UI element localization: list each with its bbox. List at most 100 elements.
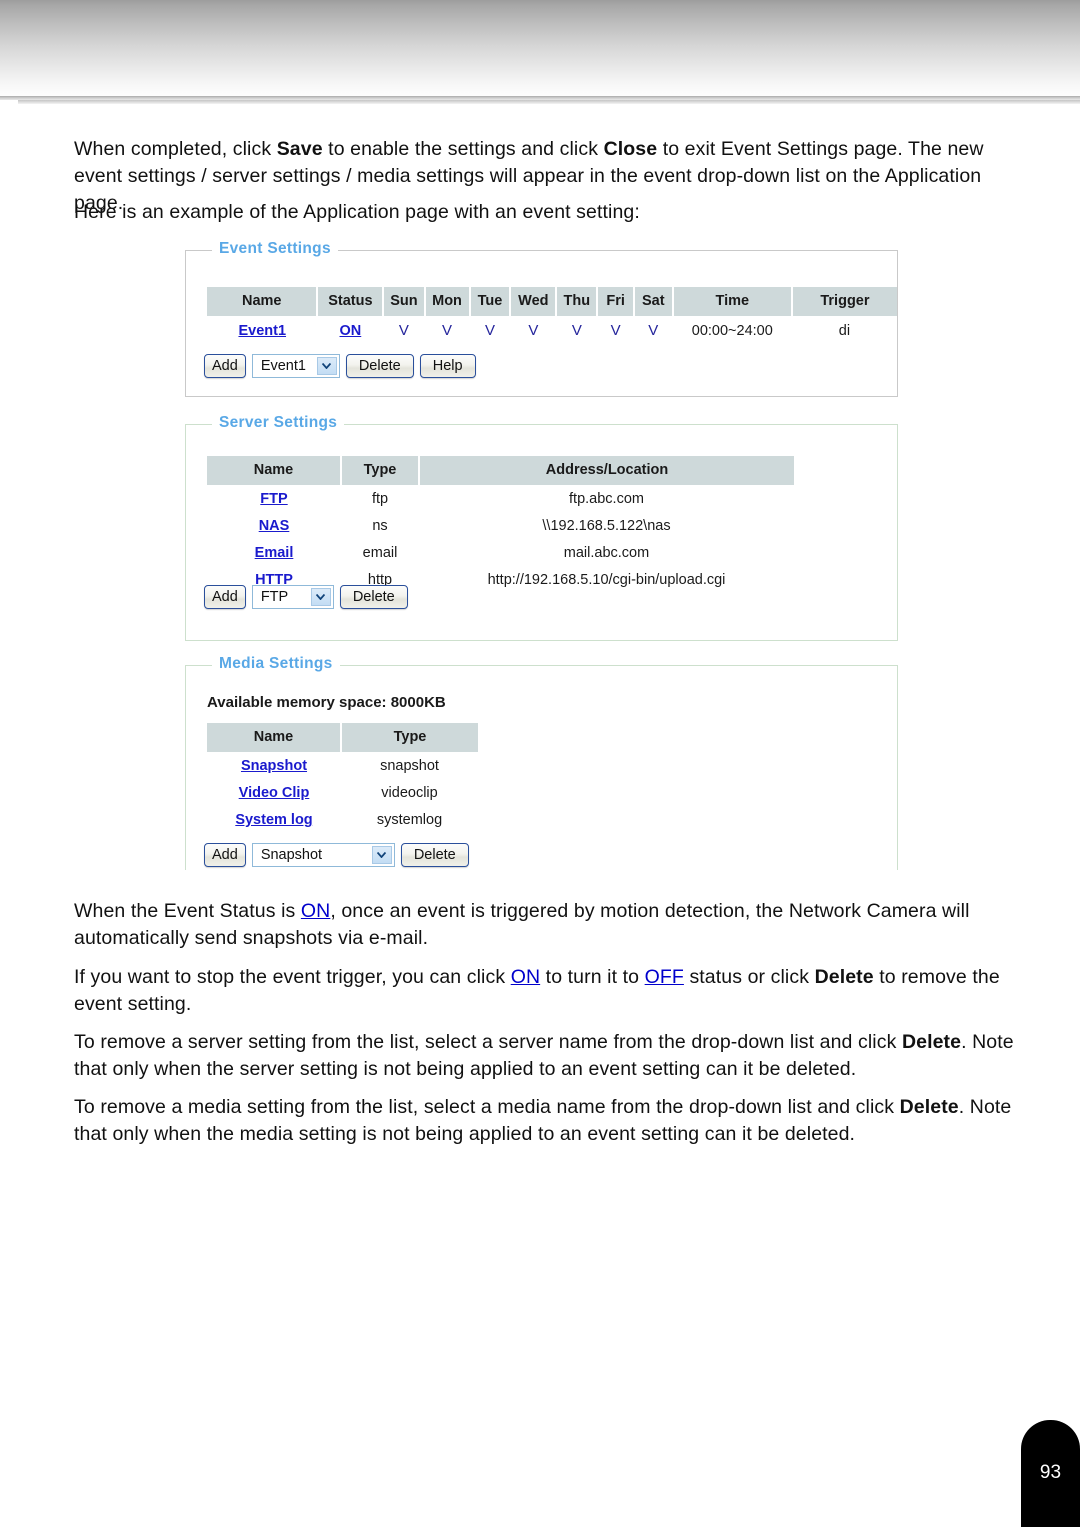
media-settings-legend: Media Settings <box>212 655 340 673</box>
page-number: 93 <box>1039 1462 1062 1483</box>
table-header-row: Name Status Sun Mon Tue Wed Thu Fri Sat … <box>207 287 897 316</box>
paragraph-event-status-on: When the Event Status is ON, once an eve… <box>74 898 1024 952</box>
col-header-type: Type <box>341 723 478 752</box>
media-delete-button[interactable]: Delete <box>400 843 469 867</box>
server-settings-table: Name Type Address/Location FTP ftp ftp.a… <box>207 456 794 593</box>
check-tue: V <box>484 322 495 339</box>
media-select[interactable]: Snapshot <box>251 843 395 867</box>
media-name-link-videoclip[interactable]: Video Clip <box>239 785 310 801</box>
cell-server-address: mail.abc.com <box>563 545 650 561</box>
event-status-link[interactable]: ON <box>340 323 362 339</box>
table-row: Snapshot snapshot <box>207 752 478 779</box>
server-select-value: FTP <box>260 589 289 605</box>
event-name-link[interactable]: Event1 <box>238 323 286 339</box>
server-name-link-email[interactable]: Email <box>255 545 294 561</box>
col-header-sun: Sun <box>383 287 426 316</box>
col-header-tue: Tue <box>469 287 512 316</box>
table-header-row: Name Type Address/Location <box>207 456 794 485</box>
p4-link-on[interactable]: ON <box>511 966 540 988</box>
col-header-name: Name <box>207 723 342 752</box>
cell-server-address: \\192.168.5.122\nas <box>542 518 671 534</box>
cell-media-name: Snapshot <box>207 752 341 779</box>
cell-media-type: videoclip <box>381 785 438 801</box>
check-wed: V <box>528 322 539 339</box>
application-page-screenshot: Event Settings Name Status Sun Mon Tue W… <box>185 240 905 870</box>
cell-media-name: System log <box>207 806 341 833</box>
check-mon: V <box>442 322 453 339</box>
col-header-name: Name <box>207 456 342 485</box>
page-header-band <box>0 0 1080 96</box>
cell-media-type: snapshot <box>380 758 439 774</box>
event-delete-button[interactable]: Delete <box>345 354 414 378</box>
paragraph-remove-media-setting: To remove a media setting from the list,… <box>74 1094 1024 1148</box>
table-row: FTP ftp ftp.abc.com <box>207 485 794 512</box>
server-select[interactable]: FTP <box>251 585 334 609</box>
p4-link-off[interactable]: OFF <box>645 966 684 988</box>
event-settings-panel: Event Settings Name Status Sun Mon Tue W… <box>185 240 898 397</box>
media-add-button[interactable]: Add <box>204 843 246 867</box>
chevron-down-icon[interactable] <box>316 357 337 375</box>
p1-text-1: When completed, click <box>74 138 277 160</box>
table-row: Video Clip videoclip <box>207 779 478 806</box>
chevron-down-icon[interactable] <box>371 846 392 864</box>
cell-server-type: ns <box>372 518 388 534</box>
media-settings-table: Name Type Snapshot snapshot Video Clip v… <box>207 723 478 833</box>
cell-event-sat: V <box>634 316 673 344</box>
cell-server-name: FTP <box>207 485 341 512</box>
cell-media-name: Video Clip <box>207 779 341 806</box>
table-row: Email email mail.abc.com <box>207 539 794 566</box>
check-sat: V <box>648 322 659 339</box>
event-add-button[interactable]: Add <box>204 354 246 378</box>
p1-text-2: to enable the settings and click <box>322 138 604 160</box>
cell-event-fri: V <box>597 316 633 344</box>
event-help-button[interactable]: Help <box>419 354 476 378</box>
cell-server-type: ftp <box>371 491 389 507</box>
col-header-fri: Fri <box>597 287 635 316</box>
table-row: Event1 ON V V V V V V V 00:00~24:00 di <box>207 316 897 344</box>
chevron-down-icon[interactable] <box>310 588 331 606</box>
event-settings-table: Name Status Sun Mon Tue Wed Thu Fri Sat … <box>207 287 897 344</box>
media-name-link-systemlog[interactable]: System log <box>235 812 312 828</box>
media-name-link-snapshot[interactable]: Snapshot <box>241 758 307 774</box>
p6-bold-delete: Delete <box>899 1096 959 1118</box>
media-settings-controls: Add Snapshot Delete <box>204 843 469 867</box>
paragraph-stop-event-trigger: If you want to stop the event trigger, y… <box>74 964 1024 1018</box>
p3-link-on[interactable]: ON <box>301 900 330 922</box>
table-header-row: Name Type <box>207 723 478 752</box>
cell-server-name: Email <box>207 539 341 566</box>
check-fri: V <box>610 322 621 339</box>
cell-server-address: ftp.abc.com <box>569 491 644 507</box>
table-row: NAS ns \\192.168.5.122\nas <box>207 512 794 539</box>
col-header-type: Type <box>341 456 420 485</box>
paragraph-example-intro: Here is an example of the Application pa… <box>74 201 640 223</box>
p4-bold-delete: Delete <box>814 966 874 988</box>
server-name-link-ftp[interactable]: FTP <box>260 491 287 507</box>
cell-server-type: email <box>362 545 398 561</box>
p4-text-1: If you want to stop the event trigger, y… <box>74 966 511 988</box>
server-add-button[interactable]: Add <box>204 585 246 609</box>
cell-media-type: systemlog <box>376 812 443 828</box>
col-header-thu: Thu <box>556 287 599 316</box>
cell-event-tue: V <box>470 316 511 344</box>
server-delete-button[interactable]: Delete <box>339 585 408 609</box>
col-header-name: Name <box>207 287 319 316</box>
event-select-value: Event1 <box>260 358 306 374</box>
cell-event-sun: V <box>383 316 424 344</box>
event-settings-legend: Event Settings <box>212 240 338 258</box>
server-settings-controls: Add FTP Delete <box>204 585 408 609</box>
col-header-address: Address/Location <box>419 456 794 485</box>
check-thu: V <box>571 322 582 339</box>
p4-text-2: to turn it to <box>540 966 645 988</box>
cell-event-mon: V <box>425 316 470 344</box>
server-name-link-nas[interactable]: NAS <box>259 518 290 534</box>
server-settings-panel: Server Settings Name Type Address/Locati… <box>185 414 898 641</box>
media-settings-panel: Media Settings Available memory space: 8… <box>185 655 898 870</box>
p1-bold-save: Save <box>276 138 323 160</box>
paragraph-remove-server-setting: To remove a server setting from the list… <box>74 1029 1024 1083</box>
event-select[interactable]: Event1 <box>251 354 340 378</box>
p1-bold-close: Close <box>603 138 658 160</box>
cell-event-time: 00:00~24:00 <box>691 322 773 339</box>
col-header-status: Status <box>317 287 385 316</box>
col-header-wed: Wed <box>510 287 558 316</box>
p5-bold-delete: Delete <box>901 1031 962 1053</box>
